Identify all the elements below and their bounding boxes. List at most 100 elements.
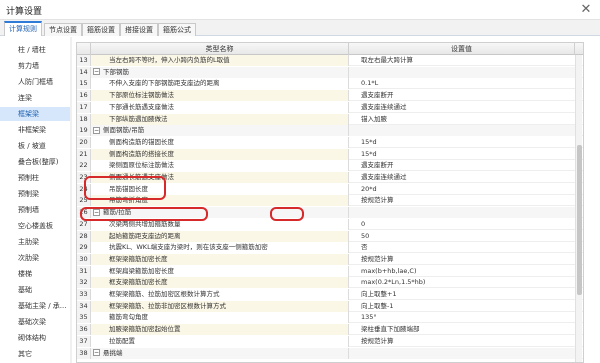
tab-stirrup-formula[interactable]: 箍筋公式 bbox=[158, 23, 196, 36]
sidebar-item[interactable]: 基础次梁 bbox=[0, 315, 70, 329]
table-row[interactable]: 20 侧面构造筋的锚固长度 15*d bbox=[77, 136, 583, 148]
sidebar-item[interactable]: 人防门框墙 bbox=[0, 75, 70, 89]
table-row[interactable]: 29 抗震KL、WKL端支座为梁时，则在该支座一侧箍筋加密 否 bbox=[77, 242, 583, 254]
row-number: 22 bbox=[77, 160, 91, 172]
setting-name-cell: 侧面构造筋的锚固长度 bbox=[91, 136, 349, 148]
table-row[interactable]: 17 下部通长筋遇支座做法 遇支座连续通过 bbox=[77, 101, 583, 113]
table-row[interactable]: 31 框架扁梁箍筋加密长度 max(b+hb,lae,C) bbox=[77, 265, 583, 277]
setting-value-cell[interactable]: 15*d bbox=[349, 137, 575, 148]
sidebar-item[interactable]: 预制墙 bbox=[0, 203, 70, 217]
setting-name-cell: 框架梁箍筋加密长度 bbox=[91, 253, 349, 265]
sidebar-item-selected[interactable]: 框架梁 bbox=[0, 107, 70, 121]
table-row[interactable]: 32 框支梁箍筋加密长度 max(0.2*Ln,1.5*hb) bbox=[77, 277, 583, 289]
setting-value-cell[interactable]: 50 bbox=[349, 231, 575, 242]
setting-value-cell[interactable]: max(b+hb,lae,C) bbox=[349, 266, 575, 277]
sidebar-item[interactable]: 预制柱 bbox=[0, 171, 70, 185]
sidebar-item[interactable]: 板 / 坡道 bbox=[0, 139, 70, 153]
row-number: 14 bbox=[77, 66, 91, 78]
setting-value-cell[interactable]: 15*d bbox=[349, 149, 575, 160]
setting-name-text: 当左右跨不等时，伸入小跨内负筋的L取值 bbox=[109, 56, 230, 64]
setting-name-text: 框支梁箍筋加密长度 bbox=[109, 278, 168, 287]
setting-value-cell[interactable] bbox=[349, 347, 575, 359]
sidebar-item[interactable]: 楼梯 bbox=[0, 267, 70, 281]
table-row[interactable]: 15 不伸入支座的下部钢筋距支座边的距离 0.1*L bbox=[77, 78, 583, 90]
sidebar-item[interactable]: 连梁 bbox=[0, 91, 70, 105]
tab-stirrup-settings[interactable]: 箍筋设置 bbox=[82, 23, 120, 36]
setting-value-cell[interactable]: 向上取整-1 bbox=[349, 301, 575, 312]
setting-value-cell[interactable]: 遇支座连续通过 bbox=[349, 172, 575, 183]
sidebar-item[interactable]: 预制梁 bbox=[0, 187, 70, 201]
collapse-icon[interactable]: − bbox=[93, 68, 100, 76]
setting-value-cell[interactable]: 按规范计算 bbox=[349, 254, 575, 265]
group-row[interactable]: 14− 下部钢筋 bbox=[77, 66, 583, 78]
setting-value-cell[interactable]: 取左右最大跨计算 bbox=[349, 55, 575, 66]
sidebar: 柱 / 墙柱 剪力墙 人防门框墙 连梁 框架梁 非框架梁 板 / 坡道 叠合板(… bbox=[0, 37, 72, 363]
sidebar-item[interactable]: 砌体结构 bbox=[0, 331, 70, 345]
table-row[interactable]: 16 下部原位标注钢筋做法 遇支座断开 bbox=[77, 90, 583, 102]
setting-name-text: 梁侧面原位标注筋做法 bbox=[109, 161, 174, 170]
setting-value-cell[interactable] bbox=[349, 66, 575, 78]
red-annotation-circle bbox=[80, 207, 208, 221]
collapse-icon[interactable]: − bbox=[93, 349, 100, 356]
setting-value-cell[interactable]: 梁柱垂直下加腋端部 bbox=[349, 324, 575, 335]
table-row[interactable]: 30 框架梁箍筋加密长度 按规范计算 bbox=[77, 253, 583, 265]
sidebar-item[interactable]: 主肋梁 bbox=[0, 235, 70, 249]
setting-name-cell: 拉筋配置 bbox=[91, 335, 349, 347]
sidebar-item[interactable]: 非框架梁 bbox=[0, 123, 70, 137]
setting-value-cell[interactable]: max(0.2*Ln,1.5*hb) bbox=[349, 277, 575, 288]
setting-value-cell[interactable] bbox=[349, 125, 575, 137]
table-row[interactable]: 28 起始箍筋距支座边的距离 50 bbox=[77, 230, 583, 242]
row-number: 37 bbox=[77, 335, 91, 347]
red-annotation-circle bbox=[270, 207, 304, 221]
table-row[interactable]: 37 拉筋配置 按规范计算 bbox=[77, 335, 583, 347]
scrollbar-thumb[interactable] bbox=[577, 145, 582, 295]
setting-value-cell[interactable]: 20*d bbox=[349, 184, 575, 195]
setting-name-cell: 框架扁梁箍筋加密长度 bbox=[91, 265, 349, 277]
sidebar-item[interactable]: 其它 bbox=[0, 347, 70, 361]
sidebar-scrollbar[interactable] bbox=[70, 37, 72, 363]
table-row[interactable]: 21 侧面构造筋的搭接长度 15*d bbox=[77, 148, 583, 160]
setting-value-cell[interactable]: 否 bbox=[349, 242, 575, 253]
table-row[interactable]: 34 框架梁箍筋、拉筋非加密区根数计算方式 向上取整-1 bbox=[77, 300, 583, 312]
table-row[interactable]: 36 加腋梁箍筋加密起始位置 梁柱垂直下加腋端部 bbox=[77, 324, 583, 336]
table-row[interactable]: 33 框架梁箍筋、拉筋加密区根数计算方式 向上取整+1 bbox=[77, 289, 583, 300]
setting-value-cell[interactable] bbox=[349, 207, 575, 219]
group-row[interactable]: 19− 侧面钢筋/吊筋 bbox=[77, 125, 583, 137]
setting-value-cell[interactable]: 遇支座断开 bbox=[349, 90, 575, 101]
setting-value-cell[interactable]: 0 bbox=[349, 219, 575, 230]
table-row[interactable]: 13 当左右跨不等时，伸入小跨内负筋的L取值 取左右最大跨计算 bbox=[77, 55, 583, 66]
setting-name-cell: 不伸入支座的下部钢筋距支座边的距离 bbox=[91, 78, 349, 90]
sidebar-item[interactable]: 柱 / 墙柱 bbox=[0, 43, 70, 57]
grid-scrollbar[interactable] bbox=[575, 55, 582, 362]
sidebar-item[interactable]: 基础主梁 / 承... bbox=[0, 299, 70, 313]
group-row[interactable]: 38− 悬挑端 bbox=[77, 347, 583, 359]
sidebar-item[interactable]: 剪力墙 bbox=[0, 59, 70, 73]
sidebar-item[interactable]: 空心楼盖板 bbox=[0, 219, 70, 233]
collapse-icon[interactable]: − bbox=[93, 126, 100, 134]
setting-value-cell[interactable]: 0.1*L bbox=[349, 78, 575, 89]
tab-lap-settings[interactable]: 搭接设置 bbox=[120, 23, 158, 36]
setting-name-text: 框架梁箍筋加密长度 bbox=[109, 254, 168, 263]
sidebar-item[interactable]: 次肋梁 bbox=[0, 251, 70, 265]
setting-name-cell: 当左右跨不等时，伸入小跨内负筋的L取值 bbox=[91, 55, 349, 66]
setting-value-cell[interactable]: 遇支座断开 bbox=[349, 160, 575, 171]
row-number: 32 bbox=[77, 277, 91, 289]
table-row[interactable]: 35 箍筋弯勾角度 135° bbox=[77, 312, 583, 324]
table-row[interactable]: 18 下部纵筋遇加腋做法 锚入加腋 bbox=[77, 113, 583, 125]
setting-value-cell[interactable]: 按规范计算 bbox=[349, 195, 575, 206]
sidebar-item[interactable]: 基础 bbox=[0, 283, 70, 297]
red-annotation-circle bbox=[84, 176, 166, 200]
setting-value-cell[interactable]: 按规范计算 bbox=[349, 336, 575, 347]
tab-calculation-rules[interactable]: 计算规则 bbox=[4, 21, 42, 36]
tab-node-settings[interactable]: 节点设置 bbox=[44, 23, 82, 36]
sidebar-item[interactable]: 叠合板(整厚) bbox=[0, 155, 70, 169]
setting-value-cell[interactable]: 锚入加腋 bbox=[349, 114, 575, 125]
row-number: 19 bbox=[77, 125, 91, 137]
setting-value-cell[interactable]: 遇支座连续通过 bbox=[349, 102, 575, 113]
setting-value-cell[interactable]: 135° bbox=[349, 312, 575, 323]
close-button[interactable]: ✕ bbox=[578, 2, 594, 18]
setting-name-cell: 箍筋弯勾角度 bbox=[91, 312, 349, 324]
setting-value-cell[interactable]: 向上取整+1 bbox=[349, 289, 575, 300]
table-row[interactable]: 22 梁侧面原位标注筋做法 遇支座断开 bbox=[77, 160, 583, 172]
setting-name-text: 悬挑端 bbox=[103, 348, 123, 357]
